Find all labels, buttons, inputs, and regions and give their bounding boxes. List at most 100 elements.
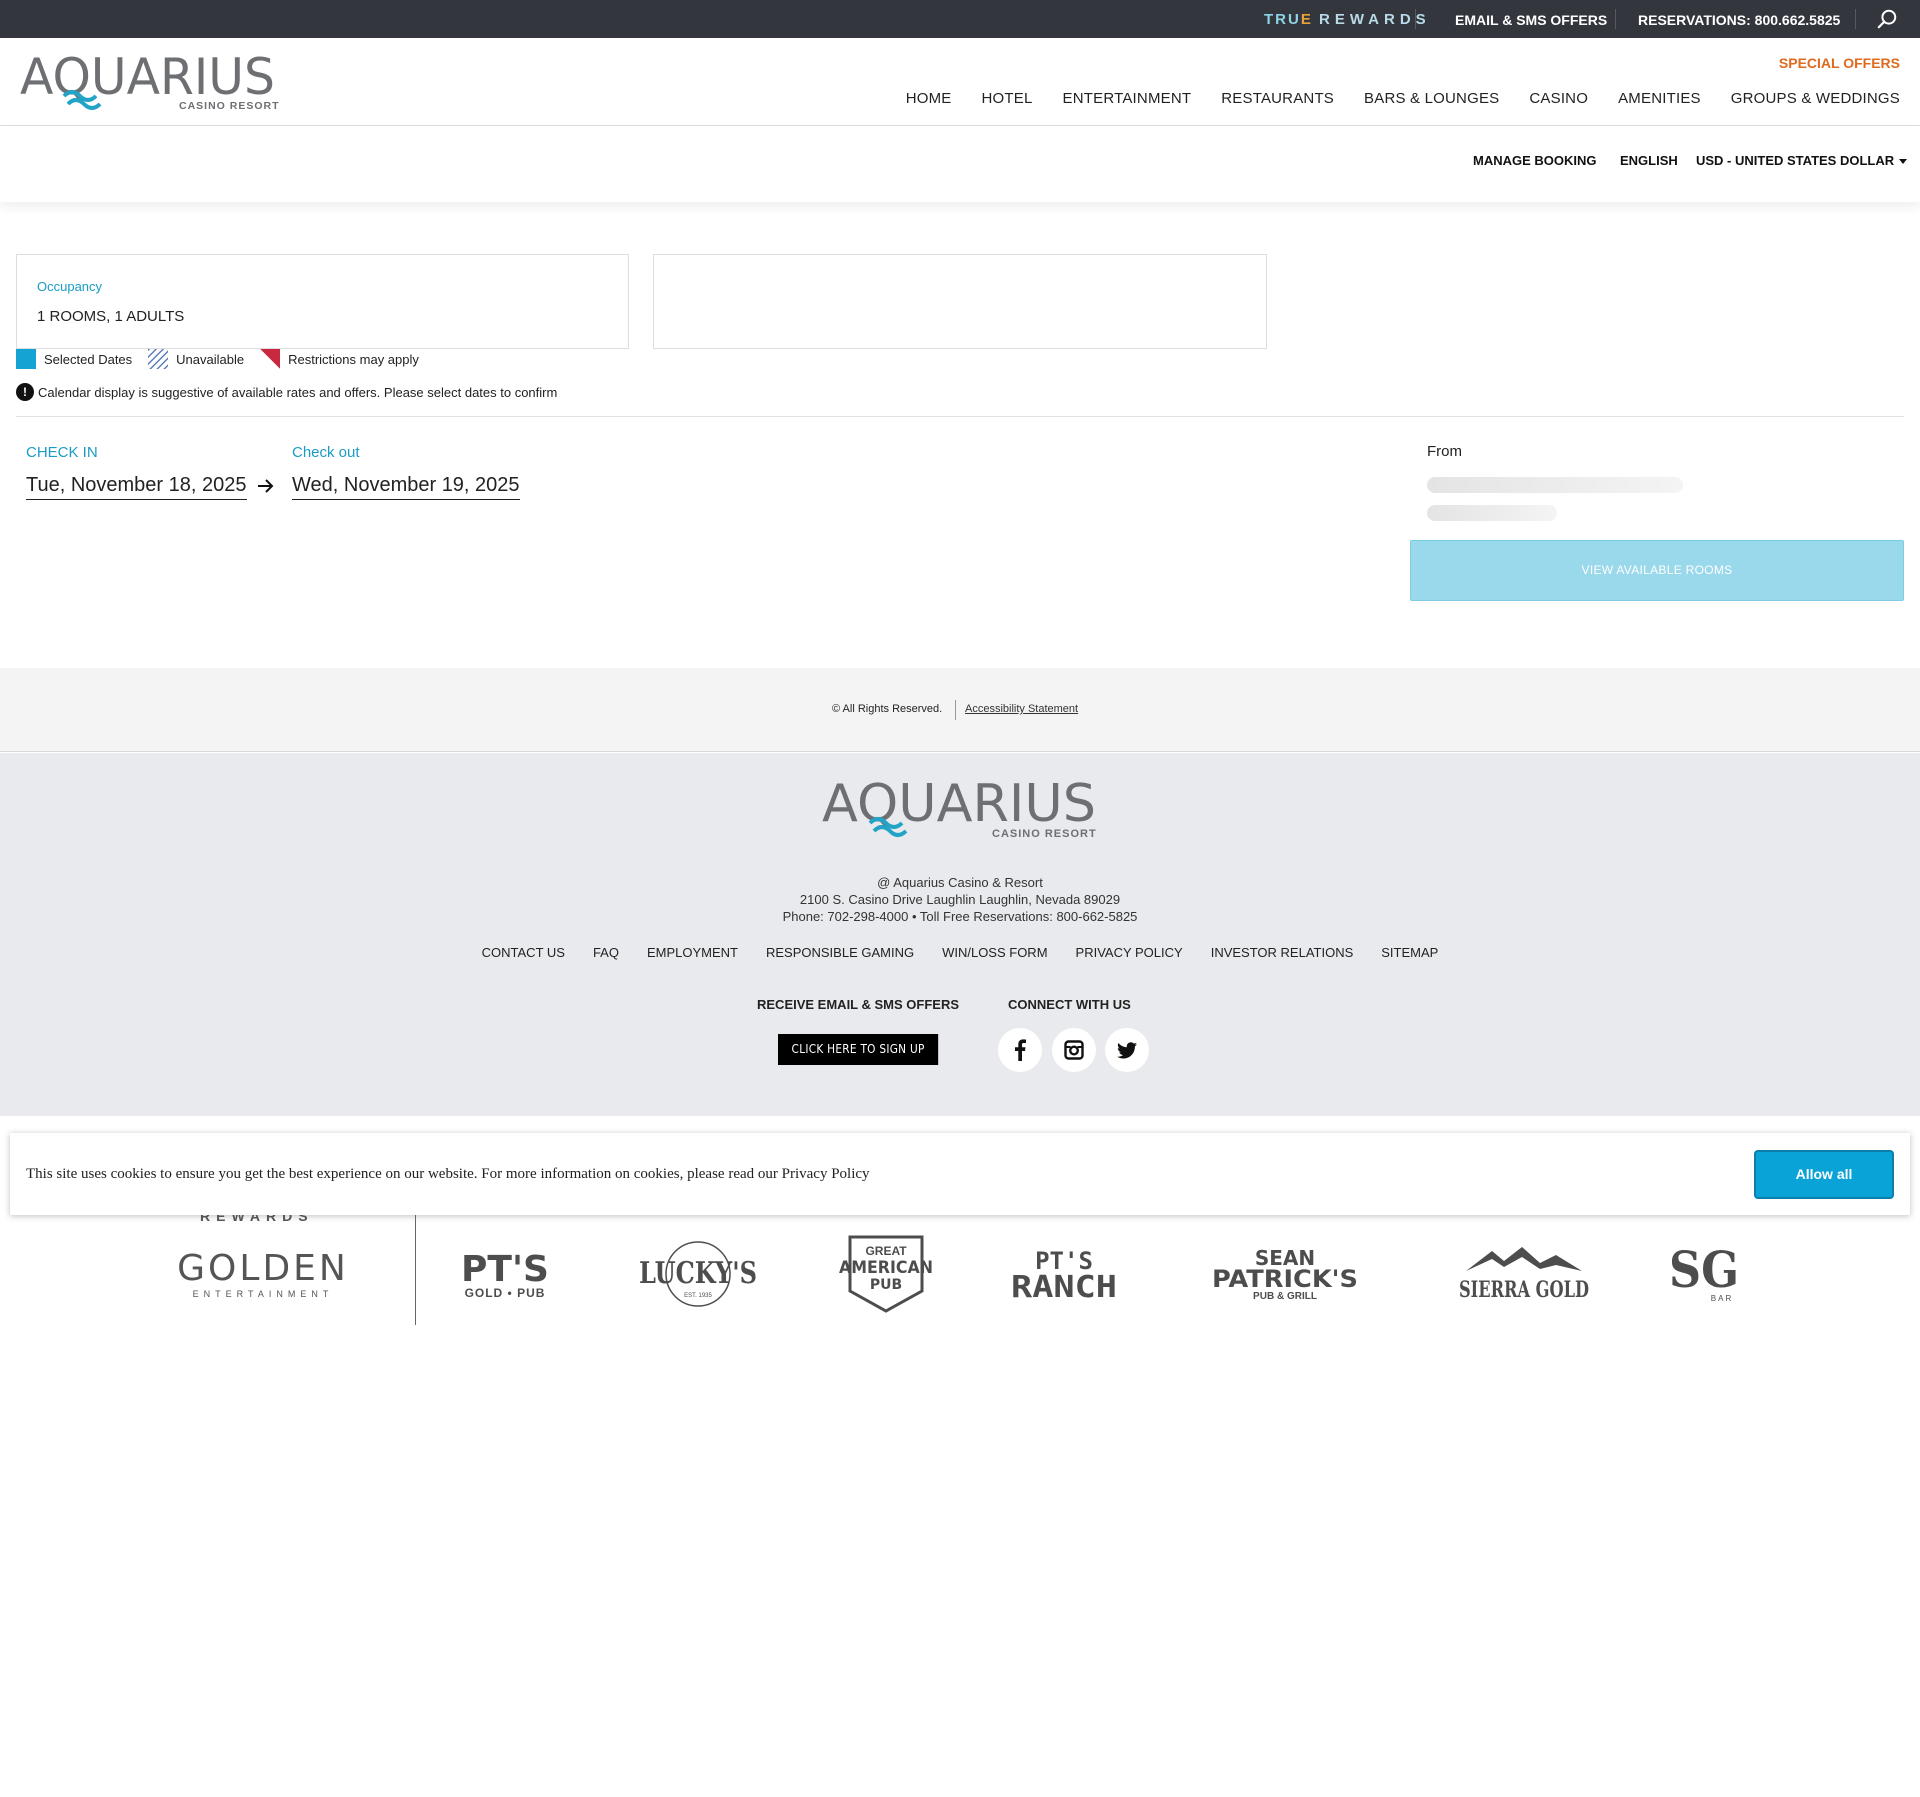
divider (1855, 9, 1856, 29)
accessibility-statement-link[interactable]: Accessibility Statement (965, 703, 1078, 715)
footer-link-employment[interactable]: EMPLOYMENT (647, 945, 738, 960)
nav-casino[interactable]: CASINO (1529, 90, 1588, 107)
manage-booking-link[interactable]: MANAGE BOOKING (1473, 153, 1597, 168)
arrow-right-icon (258, 479, 274, 493)
instagram-icon[interactable] (1052, 1028, 1096, 1072)
pts-gold-logo[interactable]: PT'S GOLD • PUB (450, 1247, 560, 1303)
checkout-value[interactable]: Wed, November 19, 2025 (292, 474, 520, 500)
main-header: AQUARIUS CASINO RESORT SPECIAL OFFERS HO… (0, 38, 1920, 126)
sg-bar-logo[interactable]: SG BAR (1664, 1243, 1744, 1305)
copyright-strip: © All Rights Reserved. Accessibility Sta… (0, 668, 1920, 752)
luckys-logo[interactable]: LUCKY'S EST. 1935 (636, 1239, 760, 1309)
restrictions-swatch (260, 349, 281, 369)
nav-bars-lounges[interactable]: BARS & LOUNGES (1364, 90, 1499, 107)
checkin-value[interactable]: Tue, November 18, 2025 (26, 474, 247, 500)
footer-links: CONTACT US FAQ EMPLOYMENT RESPONSIBLE GA… (0, 945, 1920, 960)
rewards-partial-text: REWARDS (200, 1215, 314, 1223)
footer-link-winloss[interactable]: WIN/LOSS FORM (942, 945, 1047, 960)
nav-restaurants[interactable]: RESTAURANTS (1221, 90, 1334, 107)
search-icon[interactable] (1876, 8, 1898, 30)
twitter-icon[interactable] (1105, 1028, 1149, 1072)
divider (415, 1215, 416, 1325)
divider (1615, 9, 1616, 29)
caret-down-icon (1899, 159, 1908, 165)
currency-label: USD - UNITED STATES DOLLAR (1696, 153, 1895, 168)
cookie-banner: This site uses cookies to ensure you get… (10, 1133, 1910, 1215)
from-label: From (1427, 443, 1462, 460)
footer-link-investor[interactable]: INVESTOR RELATIONS (1211, 945, 1354, 960)
true-rewards-text-1: TRU (1264, 11, 1301, 28)
main-nav: HOME HOTEL ENTERTAINMENT RESTAURANTS BAR… (906, 90, 1900, 107)
occupancy-field[interactable]: Occupancy 1 ROOMS, 1 ADULTS (16, 254, 629, 349)
address-line-1: @ Aquarius Casino & Resort (877, 875, 1043, 890)
footer-aquarius-logo[interactable]: AQUARIUS CASINO RESORT (820, 775, 1100, 839)
sg-bar-sub: BAR (1711, 1294, 1733, 1303)
facebook-icon[interactable] (998, 1028, 1042, 1072)
sean-patricks-line2: PATRICK'S (1212, 1265, 1358, 1293)
pts-gold-sub: GOLD • PUB (465, 1286, 546, 1300)
nav-home[interactable]: HOME (906, 90, 952, 107)
sean-patricks-line3: PUB & GRILL (1253, 1291, 1317, 1302)
divider (1415, 9, 1416, 29)
footer-link-privacy[interactable]: PRIVACY POLICY (1076, 945, 1183, 960)
currency-selector[interactable]: USD - UNITED STATES DOLLAR (1696, 153, 1908, 168)
logo-subtitle: CASINO RESORT (179, 100, 280, 112)
great-american-pub-logo[interactable]: GREAT AMERICAN PUB (836, 1233, 936, 1315)
sign-up-button[interactable]: CLICK HERE TO SIGN UP (778, 1034, 939, 1065)
occupancy-label: Occupancy (37, 279, 103, 294)
view-available-rooms-button[interactable]: VIEW AVAILABLE ROOMS (1410, 540, 1904, 601)
luckys-sub: EST. 1935 (684, 1293, 712, 1299)
gap-line2: AMERICAN (839, 1258, 933, 1278)
sean-patricks-logo[interactable]: SEAN PATRICK'S PUB & GRILL (1210, 1245, 1360, 1305)
nav-groups-weddings[interactable]: GROUPS & WEDDINGS (1731, 90, 1900, 107)
divider (955, 700, 956, 720)
email-sms-offers-link[interactable]: EMAIL & SMS OFFERS (1455, 12, 1607, 28)
aquarius-logo[interactable]: AQUARIUS CASINO RESORT (20, 52, 280, 112)
unavailable-swatch (148, 349, 169, 369)
price-skeleton (1427, 477, 1683, 493)
legend-unavailable: Unavailable (176, 351, 245, 367)
exclamation-icon: ! (16, 383, 34, 401)
logo-wordmark: AQUARIUS (20, 52, 275, 106)
footer-logo-wordmark: AQUARIUS (822, 775, 1096, 834)
selected-swatch (16, 349, 36, 369)
footer-link-faq[interactable]: FAQ (593, 945, 619, 960)
true-rewards-logo[interactable]: TRUE REWARDS (1264, 11, 1431, 28)
site-footer: AQUARIUS CASINO RESORT @ Aquarius Casino… (0, 753, 1920, 1116)
pts-ranch-line2: RANCH (1011, 1270, 1117, 1305)
pts-gold-name: PT'S (461, 1249, 549, 1290)
calendar-notice: ! Calendar display is suggestive of avai… (16, 383, 557, 401)
calendar-legend: Selected Dates Unavailable Restrictions … (16, 349, 435, 369)
allow-all-button[interactable]: Allow all (1754, 1150, 1894, 1199)
checkout-label: Check out (292, 444, 360, 461)
brand-strip: REWARDS GOLDEN ENTERTAINMENT PT'S GOLD •… (0, 1215, 1920, 1325)
checkout-group[interactable]: Check out Wed, November 19, 2025 (292, 444, 520, 500)
golden-sub: ENTERTAINMENT (193, 1289, 334, 1299)
golden-entertainment-logo[interactable]: GOLDEN ENTERTAINMENT (168, 1247, 358, 1303)
sierra-gold-logo[interactable]: SIERRA GOLD (1456, 1241, 1592, 1305)
notice-text: Calendar display is suggestive of availa… (38, 384, 558, 400)
nav-amenities[interactable]: AMENITIES (1618, 90, 1701, 107)
footer-link-contact[interactable]: CONTACT US (482, 945, 565, 960)
language-selector[interactable]: ENGLISH (1620, 153, 1678, 168)
pts-ranch-logo[interactable]: PT'S RANCH (1008, 1245, 1120, 1305)
address-line-2: 2100 S. Casino Drive Laughlin Laughlin, … (799, 892, 1121, 907)
checkin-group[interactable]: CHECK IN Tue, November 18, 2025 (26, 444, 247, 500)
footer-link-responsible-gaming[interactable]: RESPONSIBLE GAMING (766, 945, 914, 960)
nav-entertainment[interactable]: ENTERTAINMENT (1063, 90, 1192, 107)
golden-name: GOLDEN (177, 1248, 349, 1289)
true-rewards-text-3: REWARDS (1319, 11, 1431, 28)
reservations-link[interactable]: RESERVATIONS: 800.662.5825 (1638, 12, 1840, 28)
legend-restrictions: Restrictions may apply (288, 351, 419, 367)
price-skeleton (1427, 505, 1557, 521)
sierra-gold-name: SIERRA GOLD (1459, 1277, 1589, 1303)
sg-bar-name: SG (1669, 1243, 1739, 1299)
connect-heading: CONNECT WITH US (1008, 997, 1131, 1012)
promo-field[interactable] (653, 254, 1267, 349)
true-rewards-text-2: E (1300, 11, 1313, 28)
special-offers-link[interactable]: SPECIAL OFFERS (1779, 55, 1900, 71)
footer-link-sitemap[interactable]: SITEMAP (1381, 945, 1438, 960)
luckys-name: LUCKY'S (639, 1256, 757, 1291)
nav-hotel[interactable]: HOTEL (982, 90, 1033, 107)
legend-selected: Selected Dates (44, 351, 133, 367)
